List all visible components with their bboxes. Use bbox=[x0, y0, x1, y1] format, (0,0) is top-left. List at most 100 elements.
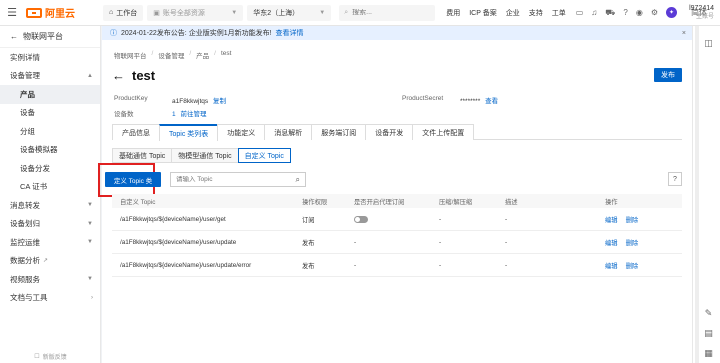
sidebar-item-instance-details[interactable]: 实例详情 bbox=[0, 48, 100, 67]
region-select[interactable]: 华东2（上海） ▼ bbox=[247, 4, 332, 21]
tab-server-subscription[interactable]: 服务端订阅 bbox=[311, 124, 367, 140]
tab-topic-list[interactable]: Topic 类列表 bbox=[159, 124, 219, 141]
sidebar-item-device[interactable]: 设备 bbox=[0, 104, 100, 123]
sidebar-back[interactable]: ← 物联网平台 bbox=[0, 26, 100, 48]
sidebar-item-label: 设备划归 bbox=[10, 219, 40, 229]
chevron-right-icon: › bbox=[91, 294, 93, 301]
location-icon[interactable]: ◉ bbox=[636, 8, 643, 17]
edit-link[interactable]: 编辑 bbox=[605, 238, 618, 247]
search-icon: ⌕ bbox=[344, 8, 349, 16]
sidebar-item-device-distribution[interactable]: 设备分发 bbox=[0, 159, 100, 178]
settings-icon[interactable]: ⚙ bbox=[651, 8, 658, 17]
publish-button[interactable]: 发布 bbox=[654, 68, 682, 82]
copy-link[interactable]: 复制 bbox=[213, 98, 226, 105]
aliyun-logo[interactable]: 阿里云 bbox=[26, 5, 75, 20]
product-secret-value: ******** bbox=[460, 98, 481, 105]
collapse-panel-icon[interactable]: ◫ bbox=[703, 38, 714, 49]
tab-message-parsing[interactable]: 消息解析 bbox=[264, 124, 313, 140]
delete-link[interactable]: 删除 bbox=[626, 261, 639, 270]
top-navigation-bar: ☰ 阿里云 ⌂ 工作台 ▣ 账号全部资源 ▼ 华东2（上海） ▼ ⌕ 费用 IC… bbox=[0, 0, 720, 26]
column-header: 是否开启代理订阅 bbox=[354, 198, 405, 206]
sidebar-item-device-simulator[interactable]: 设备模拟器 bbox=[0, 141, 100, 160]
arrow-left-icon: ← bbox=[10, 32, 18, 41]
logo-text: 阿里云 bbox=[45, 9, 75, 20]
product-key-value: a1F8kkwjtqs bbox=[172, 98, 209, 105]
sidebar-item-docs-tools[interactable]: 文档与工具 › bbox=[0, 289, 100, 308]
edit-link[interactable]: 编辑 bbox=[605, 261, 618, 270]
subtab-custom-topic[interactable]: 自定义 Topic bbox=[237, 148, 291, 163]
tab-function-definition[interactable]: 功能定义 bbox=[217, 124, 266, 140]
breadcrumb-device-mgmt[interactable]: 设备管理 bbox=[158, 50, 184, 60]
sidebar-item-label: 文档与工具 bbox=[10, 293, 48, 303]
sidebar-item-device-assignment[interactable]: 设备划归 ▼ bbox=[0, 215, 100, 234]
sidebar-item-device-management[interactable]: 设备管理 ▲ bbox=[0, 67, 100, 86]
permission-cell: 订阅 bbox=[302, 216, 315, 224]
sidebar-item-label: 设备分发 bbox=[20, 163, 50, 173]
sidebar-item-label: 设备 bbox=[20, 108, 35, 118]
back-arrow-icon[interactable]: ← bbox=[112, 68, 125, 83]
top-link-support[interactable]: 支持 bbox=[529, 8, 543, 18]
sidebar-item-group[interactable]: 分组 bbox=[0, 122, 100, 141]
external-link-icon: ↗ bbox=[43, 258, 49, 265]
sidebar-item-monitoring[interactable]: 监控运维 ▼ bbox=[0, 233, 100, 252]
sidebar-item-product[interactable]: 产品 bbox=[0, 85, 100, 104]
product-secret-value-group: ******** 查看 bbox=[460, 95, 498, 105]
top-icons: ▭ ♫ ⛟ ? ◉ ⚙ ✦ 简体 bbox=[576, 7, 707, 18]
global-search-input[interactable] bbox=[352, 9, 423, 16]
notification-bell-icon[interactable]: ♫ bbox=[591, 8, 597, 17]
help-icon[interactable]: ? bbox=[623, 8, 627, 17]
column-header: 自定义 Topic bbox=[120, 198, 156, 206]
terminal-icon[interactable]: ▭ bbox=[576, 8, 584, 17]
chat-icon[interactable]: ▤ bbox=[703, 328, 714, 339]
top-link-fees[interactable]: 费用 bbox=[446, 8, 460, 18]
delete-link[interactable]: 删除 bbox=[626, 238, 639, 247]
product-key-label: ProductKey bbox=[114, 95, 148, 102]
resource-group-select[interactable]: ▣ 账号全部资源 ▼ bbox=[147, 4, 244, 21]
sidebar-item-data-analysis[interactable]: 数据分析 ↗ bbox=[0, 252, 100, 271]
scrollbar[interactable] bbox=[695, 26, 699, 363]
view-secret-link[interactable]: 查看 bbox=[485, 98, 498, 105]
breadcrumb-separator: / bbox=[214, 50, 216, 57]
sidebar-item-video-service[interactable]: 视频服务 ▼ bbox=[0, 270, 100, 289]
announcement-link[interactable]: 查看详情 bbox=[276, 28, 304, 38]
feedback-link[interactable]: ☐ 新版反馈 bbox=[0, 349, 101, 363]
sidebar-item-message-forwarding[interactable]: 消息转发 ▼ bbox=[0, 196, 100, 215]
main-content: 物联网平台 / 设备管理 / 产品 / test ← test 发布 ProductK… bbox=[98, 40, 692, 363]
manage-devices-link[interactable]: 前往管理 bbox=[180, 111, 206, 118]
right-tool-rail: ◫ ✎ ▤ ▦ bbox=[692, 26, 720, 363]
top-link-enterprise[interactable]: 企业 bbox=[506, 8, 520, 18]
subtab-basic-topic[interactable]: 基础通信 Topic bbox=[112, 148, 173, 163]
brand-badge-icon[interactable]: ✦ bbox=[665, 7, 677, 18]
column-header: 描述 bbox=[505, 198, 518, 206]
search-icon[interactable]: ⌕ bbox=[296, 175, 300, 185]
topic-cell: /a1F8kkwjtqs/${deviceName}/user/update/e… bbox=[120, 261, 252, 269]
tab-file-upload-config[interactable]: 文件上传配置 bbox=[412, 124, 475, 140]
sidebar-item-ca-certificate[interactable]: CA 证书 bbox=[0, 178, 100, 197]
top-link-icp[interactable]: ICP 备案 bbox=[469, 8, 497, 18]
cart-icon[interactable]: ⛟ bbox=[605, 8, 615, 18]
edit-feedback-icon[interactable]: ✎ bbox=[703, 308, 714, 319]
delete-link[interactable]: 删除 bbox=[626, 215, 639, 224]
tab-device-development[interactable]: 设备开发 bbox=[365, 124, 414, 140]
hamburger-menu-icon[interactable]: ☰ bbox=[0, 0, 24, 26]
help-button[interactable]: ? bbox=[668, 172, 682, 186]
define-topic-button[interactable]: 定义 Topic 类 bbox=[105, 172, 161, 187]
chevron-down-icon: ▼ bbox=[231, 9, 238, 16]
subtab-model-topic[interactable]: 物模型通信 Topic bbox=[171, 148, 239, 163]
product-secret-field: ProductSecret bbox=[402, 95, 443, 102]
grid-icon[interactable]: ▦ bbox=[703, 348, 714, 359]
proxy-subscribe-toggle[interactable] bbox=[354, 215, 368, 223]
global-search[interactable]: ⌕ bbox=[339, 4, 436, 21]
chevron-down-icon: ▼ bbox=[319, 9, 326, 16]
topic-search-input[interactable] bbox=[176, 176, 286, 183]
tab-product-info[interactable]: 产品信息 bbox=[112, 124, 160, 140]
edit-link[interactable]: 编辑 bbox=[605, 215, 618, 224]
user-account[interactable]: l972414 主账号 bbox=[689, 4, 714, 22]
breadcrumb-product[interactable]: 产品 bbox=[196, 50, 209, 60]
topic-subtabs: 基础通信 Topic 物模型通信 Topic 自定义 Topic bbox=[112, 148, 291, 163]
top-link-ticket[interactable]: 工单 bbox=[552, 8, 566, 18]
workspace-button[interactable]: ⌂ 工作台 bbox=[103, 4, 144, 21]
close-icon[interactable]: × bbox=[682, 30, 686, 37]
breadcrumb-iot[interactable]: 物联网平台 bbox=[114, 50, 147, 60]
device-count-value[interactable]: 1 bbox=[172, 111, 176, 118]
